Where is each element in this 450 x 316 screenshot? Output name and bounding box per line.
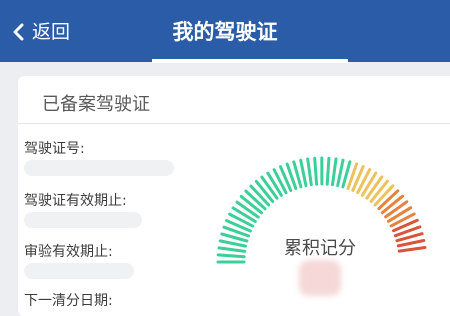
gauge-value (299, 260, 341, 296)
gauge-tick (218, 255, 244, 257)
gauge-tick (219, 248, 245, 252)
gauge-tick (237, 202, 258, 217)
gauge-tick (338, 160, 343, 186)
gauge-tick (367, 177, 382, 198)
gauge-tick (398, 241, 424, 246)
gauge-tick (308, 159, 312, 185)
gauge-tick (333, 159, 337, 185)
gauge-tick (262, 177, 277, 198)
points-gauge (0, 0, 450, 300)
gauge-label: 累积记分 (270, 234, 370, 260)
gauge-tick (327, 158, 329, 184)
gauge-tick (233, 208, 255, 222)
gauge-tick (399, 248, 425, 252)
gauge-tick (386, 202, 407, 217)
gauge-tick (315, 158, 317, 184)
gauge-tick (220, 241, 245, 246)
gauge-tick (301, 160, 306, 186)
gauge-tick (268, 173, 282, 195)
gauge-tick (362, 173, 375, 195)
gauge-tick (389, 208, 411, 222)
